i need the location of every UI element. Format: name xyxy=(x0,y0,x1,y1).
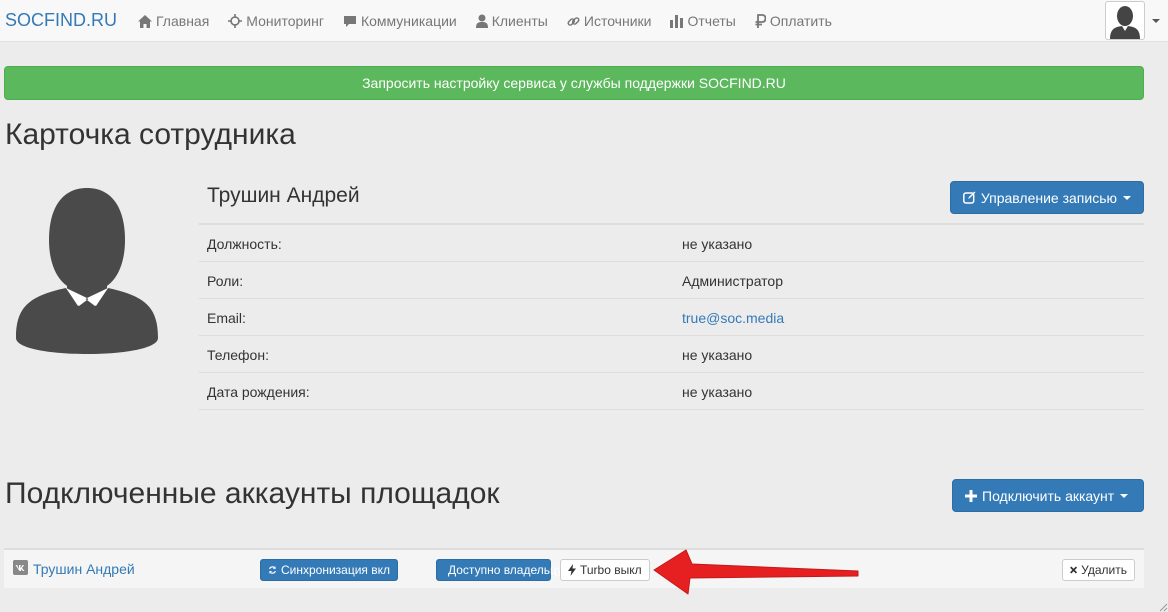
nav-label: Источники xyxy=(583,13,652,29)
delete-label: Удалить xyxy=(1081,563,1127,577)
nav-label: Коммуникации xyxy=(360,13,457,29)
info-row-phone: Телефон: не указано xyxy=(199,336,1144,373)
info-row-birthdate: Дата рождения: не указано xyxy=(199,373,1144,410)
plus-icon xyxy=(965,489,977,502)
sync-label: Синхронизация вкл xyxy=(280,563,390,577)
field-value: не указано xyxy=(682,384,753,400)
nav-label: Клиенты xyxy=(491,13,548,29)
manage-record-label: Управление записью xyxy=(980,189,1117,206)
brand-logo[interactable]: SOCFIND.RU xyxy=(5,10,117,31)
nav-item-sources[interactable]: Источники xyxy=(567,13,652,29)
nav-label: Главная xyxy=(156,13,210,29)
nav-item-clients[interactable]: Клиенты xyxy=(475,13,548,29)
nav-item-communications[interactable]: Коммуникации xyxy=(343,13,457,29)
field-label: Телефон: xyxy=(207,347,269,363)
support-request-button[interactable]: Запросить настройку сервиса у службы под… xyxy=(4,66,1144,100)
annotation-arrow-icon xyxy=(653,549,859,595)
edit-icon xyxy=(963,191,976,204)
avatar-placeholder-icon xyxy=(16,188,158,354)
vk-icon xyxy=(13,560,28,575)
bar-chart-icon xyxy=(670,14,684,28)
lightning-icon xyxy=(568,564,576,576)
user-icon xyxy=(475,14,488,28)
section-title: Подключенные аккаунты площадок xyxy=(5,477,500,510)
sync-toggle-button[interactable]: Синхронизация вкл xyxy=(260,559,398,581)
field-value: Администратор xyxy=(682,273,784,289)
field-value: не указано xyxy=(682,347,753,363)
delete-account-button[interactable]: Удалить xyxy=(1062,559,1135,581)
avatar-icon xyxy=(1110,6,1140,39)
connect-account-button[interactable]: Подключить аккаунт xyxy=(952,479,1144,512)
turbo-label: Turbo выкл xyxy=(580,563,642,577)
employee-name: Трушин Андрей xyxy=(207,184,360,207)
account-row: Трушин Андрей Синхронизация вкл Доступно… xyxy=(4,548,1144,588)
turbo-toggle-button[interactable]: Turbo выкл xyxy=(560,559,650,581)
nav-label: Отчеты xyxy=(687,13,736,29)
field-label: Email: xyxy=(207,310,246,326)
refresh-icon xyxy=(268,566,277,574)
ruble-icon xyxy=(755,14,766,28)
nav-label: Мониторинг xyxy=(246,13,324,29)
nav-item-home[interactable]: Главная xyxy=(138,13,209,29)
nav-item-pay[interactable]: Оплатить xyxy=(755,13,832,29)
manage-record-button[interactable]: Управление записью xyxy=(950,181,1144,214)
close-icon xyxy=(1070,566,1078,574)
user-menu-avatar[interactable] xyxy=(1105,1,1145,40)
top-navbar: SOCFIND.RU Главная Мониторинг Коммуникац… xyxy=(0,0,1168,42)
home-icon xyxy=(138,14,152,28)
chevron-down-icon xyxy=(1120,493,1129,498)
main-nav: Главная Мониторинг Коммуникации Клиенты … xyxy=(138,0,851,42)
account-name-link[interactable]: Трушин Андрей xyxy=(33,561,135,577)
nav-label: Оплатить xyxy=(769,13,832,29)
info-row-position: Должность: не указано xyxy=(199,225,1144,262)
field-label: Дата рождения: xyxy=(207,384,310,400)
resize-grip-icon[interactable] xyxy=(1156,600,1168,612)
field-value: не указано xyxy=(682,236,753,252)
crosshair-icon xyxy=(228,14,243,28)
info-row-email: Email: true@soc.media xyxy=(199,299,1144,336)
field-label: Роли: xyxy=(207,273,244,289)
info-row-roles: Роли: Администратор xyxy=(199,262,1144,299)
comment-icon xyxy=(343,15,356,27)
chevron-down-icon xyxy=(1123,195,1131,200)
email-link[interactable]: true@soc.media xyxy=(682,310,784,326)
nav-item-reports[interactable]: Отчеты xyxy=(670,13,736,29)
chevron-down-icon[interactable] xyxy=(1152,19,1160,23)
nav-item-monitoring[interactable]: Мониторинг xyxy=(228,13,324,29)
field-label: Должность: xyxy=(207,236,282,252)
link-icon xyxy=(567,16,580,26)
page-title: Карточка сотрудника xyxy=(5,118,296,151)
connect-account-label: Подключить аккаунт xyxy=(982,487,1115,504)
owner-access-label: Доступно владельцу xyxy=(448,563,563,577)
owner-access-button[interactable]: Доступно владельцу xyxy=(436,559,563,581)
